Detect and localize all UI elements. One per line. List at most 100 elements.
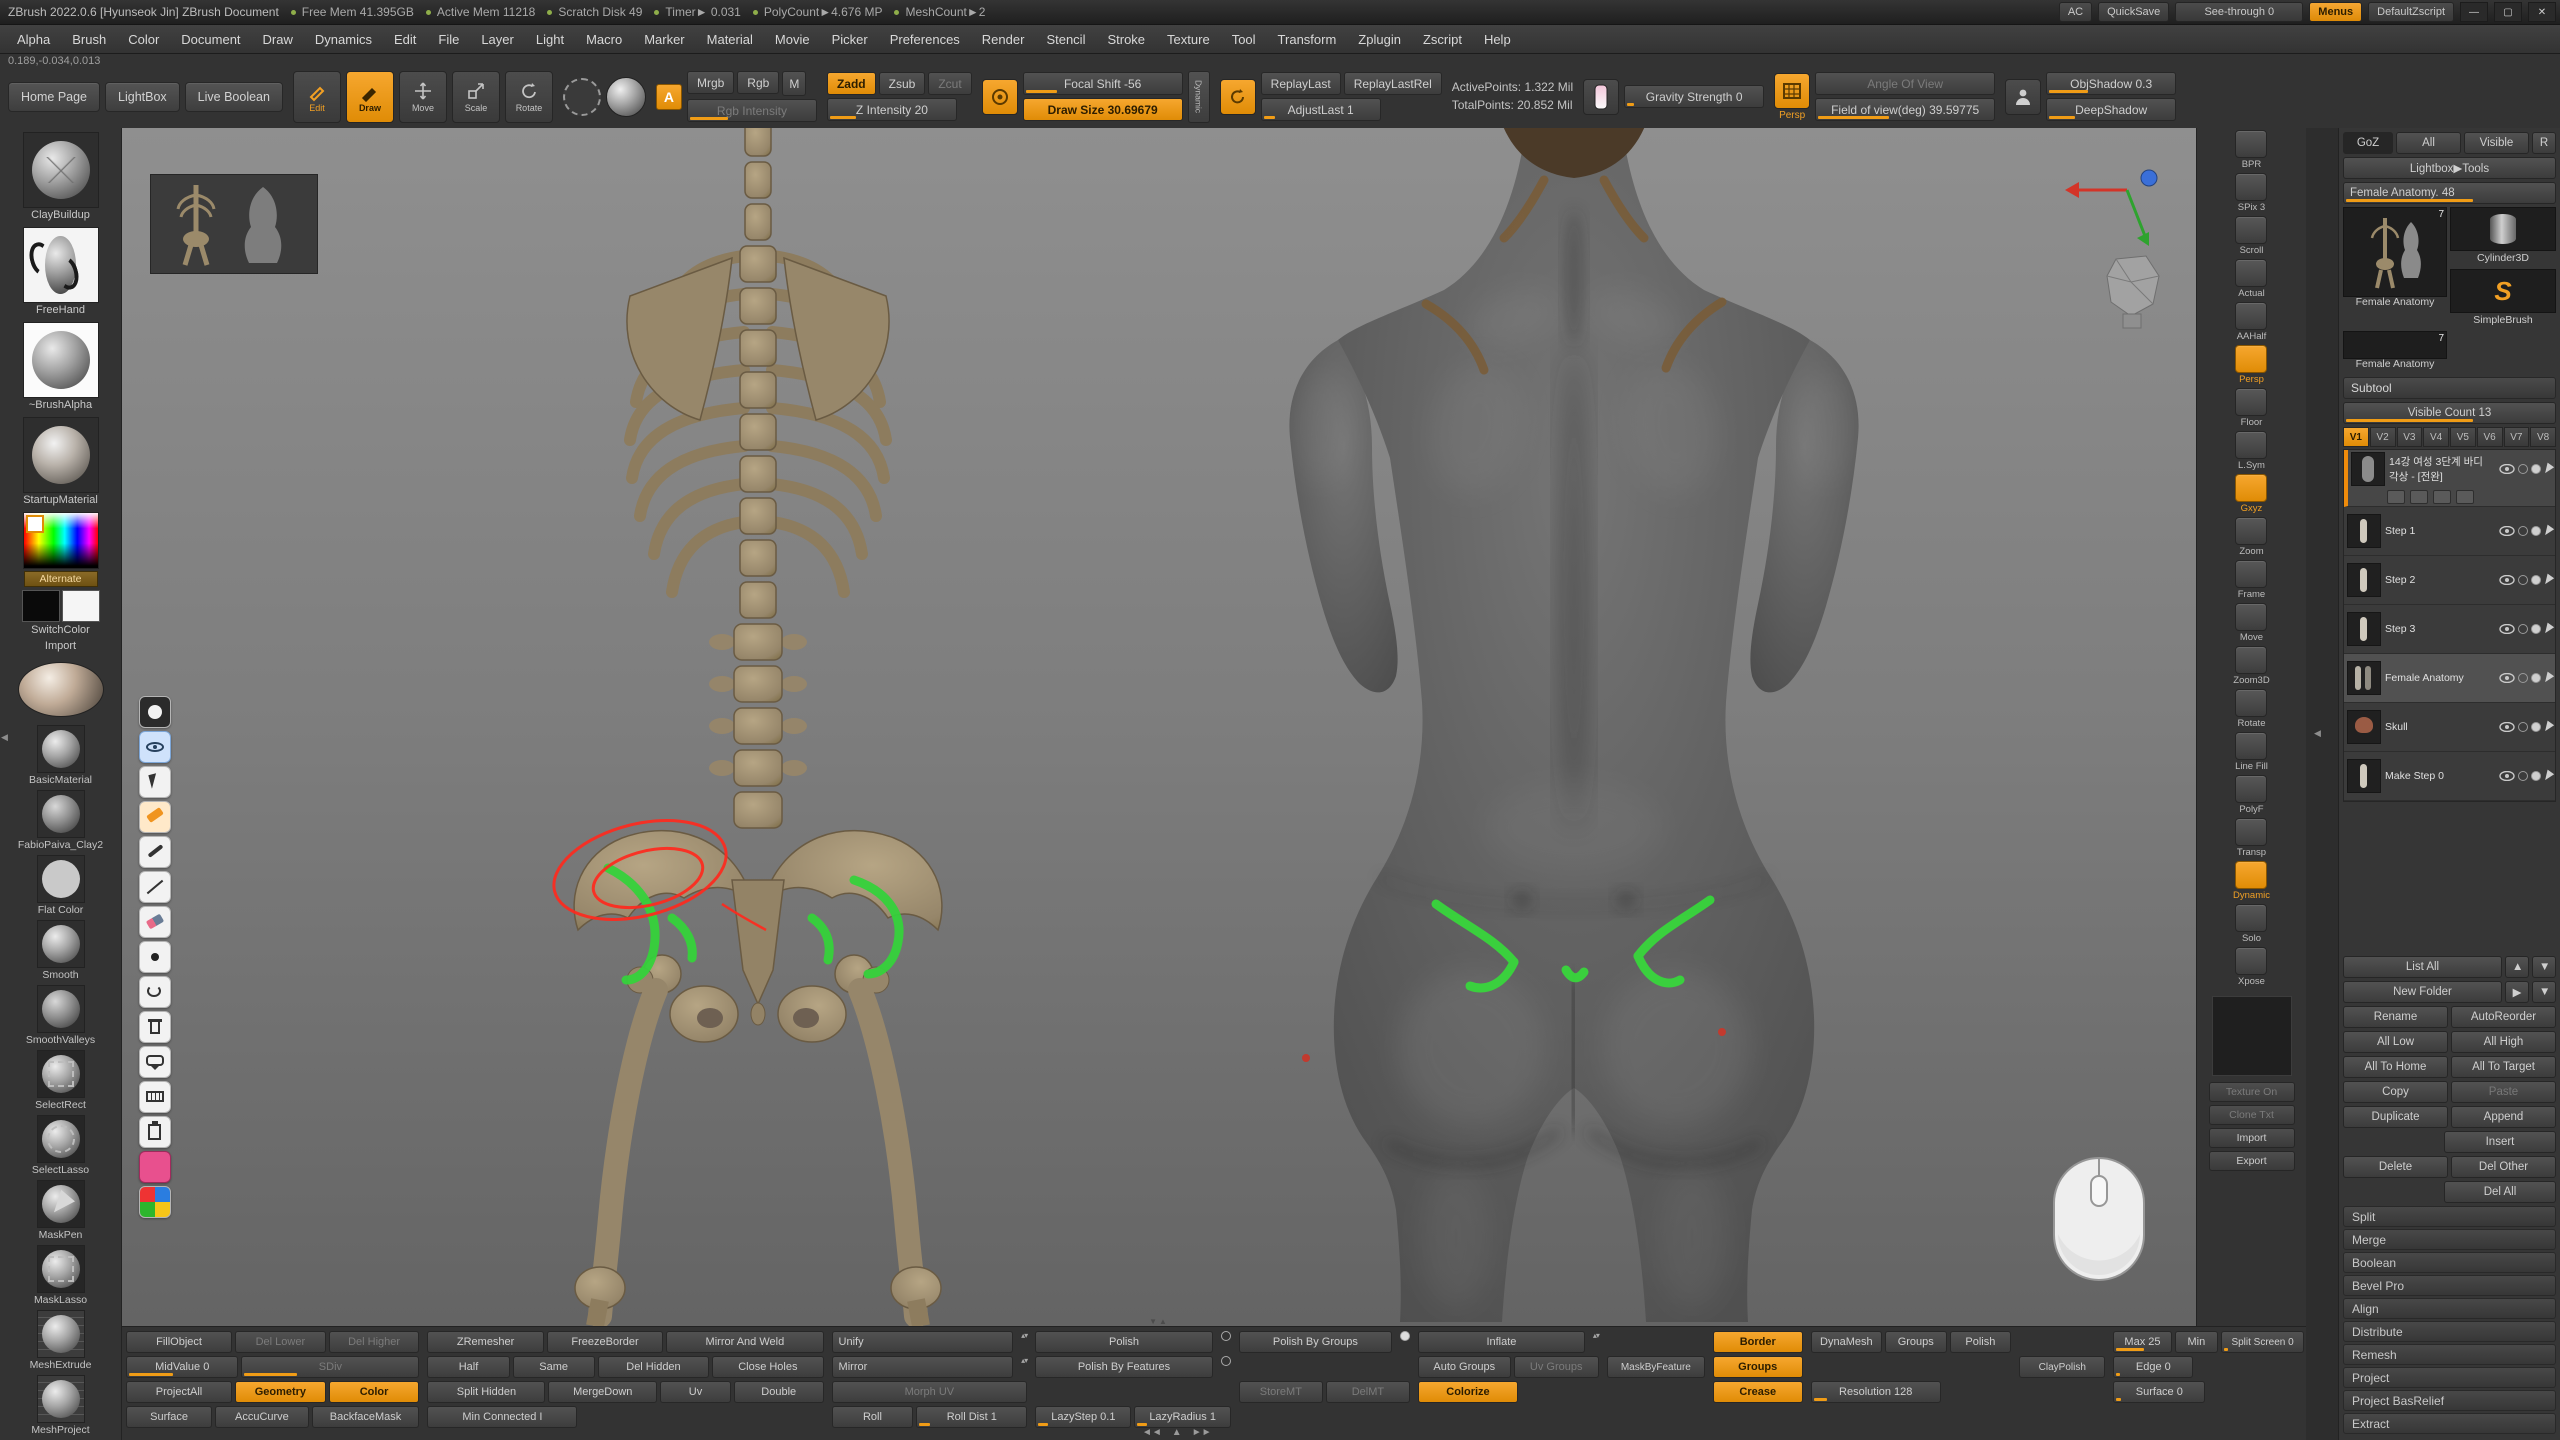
unify-button[interactable]: Unify (832, 1331, 1014, 1353)
color-picker-selector[interactable] (26, 515, 44, 533)
subtool-section-header[interactable]: Distribute (2343, 1321, 2556, 1342)
append-button[interactable]: Append (2451, 1106, 2556, 1128)
page-next-icon[interactable]: ►► (1192, 1427, 1212, 1438)
scale-mode-button[interactable]: Scale (452, 71, 500, 123)
meshextrude-brush-item[interactable] (37, 1310, 85, 1358)
menu-item[interactable]: Edit (383, 25, 427, 53)
freehand-stroke-slot[interactable] (23, 227, 99, 303)
edit-pen-icon[interactable] (2542, 525, 2554, 538)
menu-item[interactable]: Movie (764, 25, 821, 53)
alternate-button[interactable]: Alternate (24, 571, 98, 587)
color-pink-swatch[interactable] (139, 1151, 171, 1183)
zoom3d-button[interactable]: Zoom3D (2233, 646, 2269, 686)
min-connected-slider[interactable]: Min Connected I (427, 1406, 577, 1428)
persp-toggle[interactable]: Persp (2235, 345, 2267, 385)
m-button[interactable]: M (782, 71, 806, 96)
morph-uv-button[interactable]: Morph UV (832, 1381, 1028, 1403)
secondary-color-swatch[interactable] (62, 590, 100, 622)
focal-shift-icon[interactable] (982, 79, 1018, 115)
marker-pin-icon[interactable] (139, 696, 171, 728)
field-of-view-slider[interactable]: Field of view(deg) 39.59775 (1815, 98, 1995, 121)
menu-item[interactable]: Layer (470, 25, 525, 53)
all-high-button[interactable]: All High (2451, 1031, 2556, 1053)
main-color-swatch[interactable] (22, 590, 60, 622)
maskbyfeature-button[interactable]: MaskByFeature (1607, 1356, 1705, 1378)
version-tab[interactable]: V6 (2477, 427, 2503, 447)
current-tool-button[interactable]: Female Anatomy. 48 (2343, 182, 2556, 204)
zcut-button[interactable]: Zcut (928, 72, 971, 95)
insert-button[interactable]: Insert (2444, 1131, 2556, 1153)
menu-item[interactable]: Stencil (1035, 25, 1096, 53)
spix-slider[interactable]: SPix 3 (2235, 173, 2267, 213)
edit-pen-icon[interactable] (2542, 623, 2554, 636)
smooth-brush-item[interactable] (37, 920, 85, 968)
angle-of-view-button[interactable]: Angle Of View (1815, 72, 1995, 95)
all-to-target-button[interactable]: All To Target (2451, 1056, 2556, 1078)
rotate-canvas-button[interactable]: Rotate (2235, 689, 2267, 729)
menu-item[interactable]: Picker (821, 25, 879, 53)
surface-button[interactable]: Surface (126, 1406, 212, 1428)
bpr-render-button[interactable]: BPR (2235, 130, 2267, 170)
tool-item-female-anatomy-2[interactable]: 7 (2343, 331, 2447, 359)
menu-item[interactable]: Zscript (1412, 25, 1473, 53)
geometry-button[interactable]: Geometry (235, 1381, 326, 1403)
subtool-section-header[interactable]: Project BasRelief (2343, 1390, 2556, 1411)
subtool-thumbnail[interactable] (2347, 661, 2381, 695)
menu-item[interactable]: Brush (61, 25, 117, 53)
frame-button[interactable]: Frame (2235, 560, 2267, 600)
subtool-thumbnail[interactable] (2351, 452, 2385, 486)
del-hidden-button[interactable]: Del Hidden (598, 1356, 709, 1378)
document-canvas[interactable]: ▼▲ (122, 128, 2196, 1326)
paint-toggle-icon[interactable] (2531, 722, 2541, 732)
paint-toggle-icon[interactable] (2531, 575, 2541, 585)
brush-alpha-slot[interactable] (23, 322, 99, 398)
rgb-button[interactable]: Rgb (737, 71, 779, 94)
surface-slider[interactable]: Surface 0 (2113, 1381, 2205, 1403)
dot-size-icon[interactable] (139, 941, 171, 973)
menu-item[interactable]: Color (117, 25, 170, 53)
storemt-button[interactable]: StoreMT (1239, 1381, 1323, 1403)
page-up-icon[interactable]: ▲ (1172, 1427, 1182, 1438)
floor-grid-toggle[interactable]: Floor (2235, 388, 2267, 428)
sculpt-scene[interactable] (122, 128, 2196, 1326)
copy-button[interactable]: Copy (2343, 1081, 2448, 1103)
unify-spinner[interactable]: ▴▾ (1021, 1331, 1027, 1353)
scroll-button[interactable]: Scroll (2235, 216, 2267, 256)
color-button[interactable]: Color (329, 1381, 420, 1403)
delete-button[interactable]: Delete (2343, 1156, 2448, 1178)
flat-color-item[interactable] (37, 855, 85, 903)
edit-mode-button[interactable]: Edit (293, 71, 341, 123)
autoreorder-button[interactable]: AutoReorder (2451, 1006, 2556, 1028)
subtool-section-header[interactable]: Merge (2343, 1229, 2556, 1250)
shadow-person-icon[interactable] (2005, 79, 2041, 115)
menu-item[interactable]: Tool (1221, 25, 1267, 53)
lazystep-slider[interactable]: LazyStep 0.1 (1035, 1406, 1131, 1428)
sdiv-slider[interactable]: SDiv (241, 1356, 419, 1378)
split-screen-slider[interactable]: Split Screen 0 (2221, 1331, 2304, 1353)
roll-button[interactable]: Roll (832, 1406, 914, 1428)
menu-item[interactable]: Marker (633, 25, 695, 53)
aahalf-button[interactable]: AAHalf (2235, 302, 2267, 342)
menus-button[interactable]: Menus (2309, 2, 2362, 22)
color-palette-swatch[interactable] (139, 1186, 171, 1218)
menu-item[interactable]: Dynamics (304, 25, 383, 53)
menu-item[interactable]: Alpha (6, 25, 61, 53)
edit-pen-icon[interactable] (2542, 721, 2554, 734)
polish-by-groups-button[interactable]: Polish By Groups (1239, 1331, 1392, 1353)
selectrect-brush-item[interactable] (37, 1050, 85, 1098)
subtool-thumbnail[interactable] (2347, 759, 2381, 793)
expand-right-tray-arrow[interactable]: ◀ (2314, 728, 2321, 739)
gravity-icon[interactable] (1583, 79, 1619, 115)
projectall-button[interactable]: ProjectAll (126, 1381, 232, 1403)
move-canvas-button[interactable]: Move (2235, 603, 2267, 643)
half-button[interactable]: Half (427, 1356, 509, 1378)
home-page-button[interactable]: Home Page (8, 82, 100, 112)
clone-texture-button[interactable]: Clone Txt (2209, 1105, 2295, 1125)
subtool-palette-header[interactable]: Subtool (2343, 377, 2556, 399)
version-tab[interactable]: V4 (2423, 427, 2449, 447)
mirror-spinner[interactable]: ▴▾ (1021, 1356, 1027, 1378)
uv-button[interactable]: Uv (660, 1381, 731, 1403)
paint-toggle-icon[interactable] (2531, 624, 2541, 634)
replay-last-rel-button[interactable]: ReplayLastRel (1344, 72, 1442, 95)
live-boolean-button[interactable]: Live Boolean (185, 82, 283, 112)
